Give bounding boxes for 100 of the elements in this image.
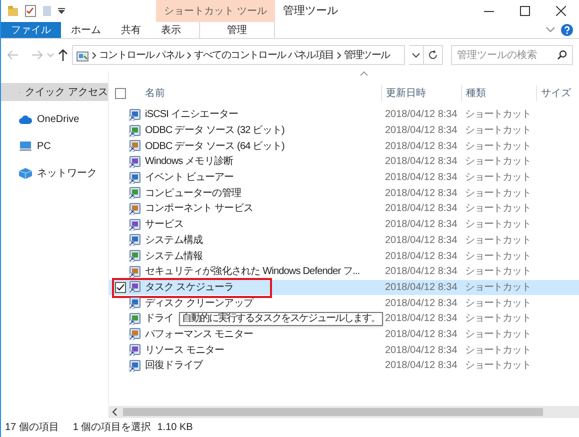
search-field[interactable]: 管理ツールの検索 — [451, 45, 573, 65]
file-name[interactable]: Windows メモリ診断 — [143, 154, 381, 170]
file-type: ショートカット — [464, 312, 532, 326]
chevron-down-icon[interactable] — [412, 52, 420, 58]
modified-date: 2018/04/12 8:34 — [384, 186, 458, 201]
maximize-icon — [520, 6, 530, 16]
breadcrumb[interactable]: 管理ツール — [344, 48, 390, 62]
shortcut-app-icon — [129, 250, 141, 262]
computer-icon — [19, 140, 32, 152]
file-type: ショートカット — [464, 171, 532, 186]
modified-date: 2018/04/12 8:34 — [384, 202, 458, 216]
ribbon-tab[interactable]: ファイル — [1, 22, 61, 38]
file-type: ショートカット — [464, 218, 532, 232]
shortcut-app-icon — [129, 312, 141, 325]
modified-date: 2018/04/12 8:34 — [384, 265, 458, 280]
nav-item[interactable]: PC — [1, 137, 108, 155]
modified-date: 2018/04/12 8:34 — [384, 234, 458, 248]
context-tab-header: ショートカット ツール — [156, 0, 275, 22]
file-type: ショートカット — [464, 280, 532, 295]
tooltip: 自動的に実行するタスクをスケジュールします。 — [179, 312, 383, 326]
shortcut-app-icon — [129, 328, 141, 340]
shortcut-app-icon — [129, 108, 141, 121]
column-header[interactable]: 更新日時 — [381, 85, 461, 101]
window-title: 管理ツール — [282, 4, 339, 19]
shortcut-app-icon — [129, 187, 141, 200]
nav-item[interactable]: ネットワーク — [1, 164, 108, 182]
checkbox[interactable] — [115, 282, 126, 293]
chevron-right-icon[interactable] — [92, 52, 96, 58]
up-arrow-icon[interactable] — [58, 49, 68, 61]
shortcut-app-icon — [129, 360, 141, 372]
file-name[interactable]: タスク スケジューラ — [143, 280, 381, 295]
file-name[interactable]: システム構成 — [143, 232, 381, 248]
file-type: ショートカット — [464, 265, 532, 280]
nav-item[interactable]: クイック アクセス — [1, 83, 108, 101]
modified-date: 2018/04/12 8:34 — [384, 140, 458, 154]
refresh-icon[interactable] — [428, 50, 438, 60]
modified-date: 2018/04/12 8:34 — [384, 344, 458, 358]
ribbon-tab[interactable]: 共有 — [111, 22, 151, 38]
modified-date: 2018/04/12 8:34 — [384, 124, 458, 138]
shortcut-app-icon — [129, 234, 141, 246]
shortcut-app-icon — [129, 266, 141, 278]
shortcut-app-icon — [129, 156, 141, 168]
file-type: ショートカット — [464, 234, 532, 248]
breadcrumb[interactable]: コントロール パネル — [99, 48, 184, 62]
shortcut-app-icon — [129, 344, 141, 356]
nav-item[interactable]: OneDrive — [1, 110, 108, 128]
ribbon-tab[interactable]: 管理 — [199, 22, 275, 38]
selected-file-row[interactable]: タスク スケジューラ 2018/04/12 8:34 ショートカット — [109, 280, 579, 296]
file-name[interactable]: イベント ビューアー — [143, 170, 381, 186]
file-name[interactable]: パフォーマンス モニター — [143, 326, 381, 342]
scroll-left-icon[interactable] — [112, 408, 117, 416]
modified-date: 2018/04/12 8:34 — [384, 250, 458, 264]
file-name[interactable]: iSCSI イニシエーター — [143, 107, 381, 122]
file-name[interactable]: リソース モニター — [143, 342, 381, 358]
select-all-checkbox[interactable] — [115, 88, 126, 98]
shortcut-app-icon — [129, 172, 141, 184]
modified-date: 2018/04/12 8:34 — [384, 312, 458, 326]
file-type: ショートカット — [464, 155, 532, 170]
search-icon — [557, 50, 567, 60]
dropdown-icon[interactable] — [58, 8, 65, 14]
file-name[interactable]: サービス — [143, 217, 381, 232]
shortcut-app-icon — [129, 281, 141, 294]
file-type: ショートカット — [464, 328, 532, 342]
file-name[interactable]: ODBC データ ソース (64 ビット) — [143, 138, 381, 154]
file-name[interactable]: ODBC データ ソース (32 ビット) — [143, 123, 381, 138]
modified-date: 2018/04/12 8:34 — [384, 155, 458, 170]
modified-date: 2018/04/12 8:34 — [384, 359, 458, 374]
file-type: ショートカット — [464, 359, 532, 374]
file-name[interactable]: ディスク クリーンアップ — [143, 296, 381, 311]
file-name[interactable]: 回復ドライブ — [143, 358, 381, 374]
chevron-right-icon[interactable] — [186, 52, 191, 58]
file-name[interactable]: コンピューターの管理 — [143, 186, 381, 201]
ribbon-tab[interactable]: ホーム — [61, 22, 111, 38]
shortcut-app-icon — [129, 140, 141, 152]
file-name[interactable]: コンポーネント サービス — [143, 201, 381, 216]
file-type: ショートカット — [464, 344, 532, 358]
address-bar[interactable]: コントロール パネル すべてのコントロール パネル項目 管理ツール — [72, 45, 405, 65]
modified-date: 2018/04/12 8:34 — [384, 171, 458, 186]
file-type: ショートカット — [464, 202, 532, 216]
file-type: ショートカット — [464, 108, 532, 122]
file-name[interactable]: システム情報 — [143, 248, 381, 264]
file-type: ショートカット — [464, 124, 532, 138]
selection-count: 1 個の項目を選択 — [72, 421, 152, 435]
selection-size: 1.10 KB — [157, 421, 193, 435]
scrollbar-thumb[interactable] — [123, 408, 543, 416]
item-count: 17 個の項目 — [5, 421, 59, 435]
breadcrumb[interactable]: すべてのコントロール パネル項目 — [194, 48, 334, 62]
help-icon[interactable] — [561, 24, 573, 36]
modified-date: 2018/04/12 8:34 — [384, 108, 458, 122]
ribbon-tab[interactable]: 表示 — [151, 22, 191, 38]
modified-date: 2018/04/12 8:34 — [384, 296, 458, 311]
column-header[interactable]: 名前 — [143, 85, 381, 101]
properties-icon[interactable] — [25, 5, 36, 17]
chevron-right-icon[interactable] — [336, 52, 341, 58]
column-header[interactable]: 種類 — [461, 85, 536, 101]
control-panel-icon — [76, 48, 89, 62]
file-name[interactable]: セキュリティが強化された Windows Defender フ... — [143, 264, 381, 280]
column-header[interactable]: サイズ — [536, 85, 579, 101]
file-type: ショートカット — [464, 186, 532, 201]
shortcut-app-icon — [129, 124, 141, 137]
